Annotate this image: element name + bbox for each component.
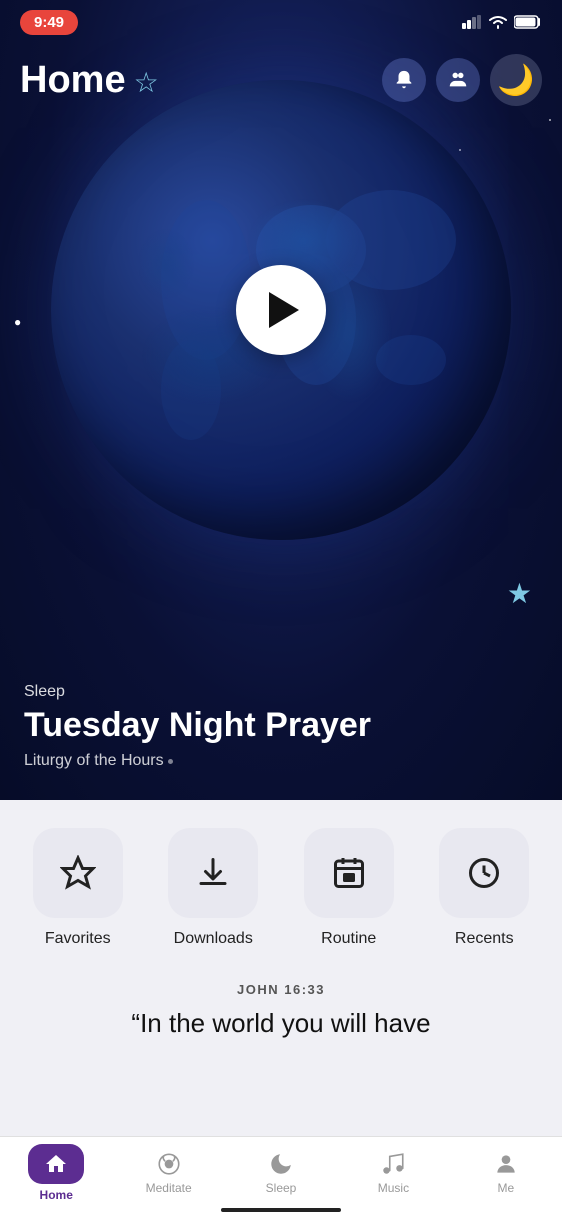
bottom-nav: Home Meditate Sleep Music Me — [0, 1136, 562, 1218]
recents-label: Recents — [455, 930, 514, 948]
sleep-nav-label: Sleep — [266, 1181, 297, 1195]
quote-reference: JOHN 16:33 — [20, 982, 542, 997]
quote-section: JOHN 16:33 “In the world you will have — [0, 958, 562, 1051]
nav-item-sleep[interactable]: Sleep — [225, 1151, 337, 1195]
nav-item-me[interactable]: Me — [450, 1151, 562, 1195]
routine-calendar-icon — [331, 855, 367, 891]
content-category: Sleep — [24, 683, 538, 701]
action-routine[interactable]: Routine — [294, 828, 404, 948]
action-recents[interactable]: Recents — [429, 828, 539, 948]
action-favorites[interactable]: Favorites — [23, 828, 133, 948]
signal-icon — [462, 15, 482, 29]
downloads-icon-wrap — [168, 828, 258, 918]
wifi-icon — [488, 15, 508, 29]
time-display: 9:49 — [20, 10, 78, 35]
home-indicator — [221, 1208, 341, 1212]
play-icon — [269, 292, 299, 328]
home-nav-icon — [44, 1152, 68, 1176]
content-subtitle: Liturgy of the Hours — [24, 752, 538, 770]
action-downloads[interactable]: Downloads — [158, 828, 268, 948]
content-info: Sleep Tuesday Night Prayer Liturgy of th… — [24, 683, 538, 770]
app-header: Home ☆ 🌙 — [0, 54, 562, 106]
group-icon — [447, 69, 469, 91]
nav-item-music[interactable]: Music — [337, 1151, 449, 1195]
quote-text: “In the world you will have — [20, 1007, 542, 1041]
favorites-icon-wrap — [33, 828, 123, 918]
content-subtitle-text: Liturgy of the Hours — [24, 752, 164, 770]
star-decoration-left: ● — [14, 315, 21, 329]
star-icon: ☆ — [134, 66, 159, 99]
music-nav-label: Music — [378, 1181, 409, 1195]
bell-icon — [393, 69, 415, 91]
page-title: Home — [20, 61, 126, 99]
play-button[interactable] — [236, 265, 326, 355]
notifications-button[interactable] — [382, 58, 426, 102]
routine-label: Routine — [321, 930, 376, 948]
music-nav-icon — [380, 1151, 406, 1177]
meditate-nav-icon — [156, 1151, 182, 1177]
content-title: Tuesday Night Prayer — [24, 707, 538, 744]
routine-icon-wrap — [304, 828, 394, 918]
nav-item-home[interactable]: Home — [0, 1144, 112, 1202]
globe-container — [51, 80, 511, 540]
header-actions: 🌙 — [382, 54, 542, 106]
nav-item-meditate[interactable]: Meditate — [112, 1151, 224, 1195]
favorites-star-icon — [60, 855, 96, 891]
recents-icon-wrap — [439, 828, 529, 918]
downloads-icon — [195, 855, 231, 891]
status-bar: 9:49 — [0, 0, 562, 44]
home-nav-icon-wrap — [28, 1144, 84, 1184]
dot-separator — [168, 759, 173, 764]
group-button[interactable] — [436, 58, 480, 102]
quick-actions: Favorites Downloads — [0, 800, 562, 958]
recents-clock-icon — [466, 855, 502, 891]
me-nav-label: Me — [497, 1181, 514, 1195]
star-decoration-right: ★ — [507, 577, 532, 610]
moon-button[interactable]: 🌙 — [490, 54, 542, 106]
meditate-nav-label: Meditate — [146, 1181, 192, 1195]
status-icons — [462, 15, 542, 29]
home-nav-label: Home — [40, 1188, 73, 1202]
sleep-nav-icon — [268, 1151, 294, 1177]
battery-icon — [514, 15, 542, 29]
favorites-label: Favorites — [45, 930, 111, 948]
downloads-label: Downloads — [174, 930, 253, 948]
header-left: Home ☆ — [20, 61, 159, 99]
hero-section: 9:49 Home ☆ — [0, 0, 562, 800]
me-nav-icon — [493, 1151, 519, 1177]
